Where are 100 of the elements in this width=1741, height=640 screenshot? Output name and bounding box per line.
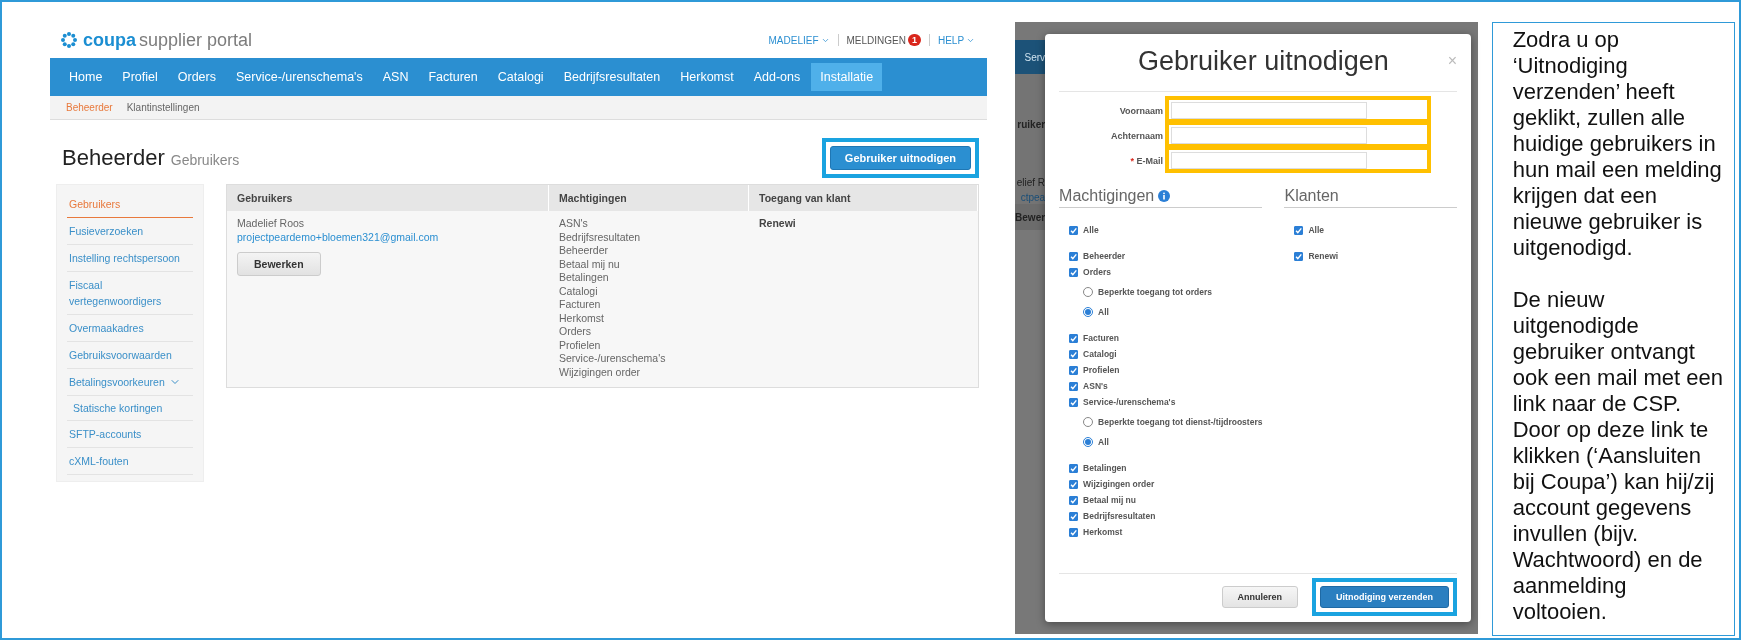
option-label: All bbox=[1098, 437, 1109, 447]
page-subtitle: Gebruikers bbox=[170, 152, 240, 168]
send-invite-button[interactable]: Uitnodiging verzenden bbox=[1320, 586, 1450, 608]
option-label: Catalogi bbox=[1083, 349, 1117, 359]
sidebar-item[interactable]: SFTP-accounts bbox=[67, 421, 193, 448]
sidebar-item[interactable]: Gebruikers bbox=[67, 191, 193, 218]
checkbox[interactable] bbox=[1294, 251, 1304, 261]
option-label: Alle bbox=[1083, 225, 1099, 235]
nav-tab[interactable]: Bedrijfsresultaten bbox=[554, 63, 670, 91]
permission-text: Wijzigingen order bbox=[559, 365, 641, 379]
section-heading: Machtigingen bbox=[1059, 187, 1155, 205]
permission-text: Orders bbox=[559, 325, 592, 339]
sidebar-item[interactable]: Betalingsvoorkeuren bbox=[67, 369, 193, 396]
field-label: Voornaam bbox=[1118, 105, 1164, 116]
cancel-button[interactable]: Annuleren bbox=[1221, 586, 1299, 608]
sidebar-item[interactable]: Fusieverzoeken bbox=[67, 218, 193, 245]
nav-tab[interactable]: Catalogi bbox=[488, 63, 553, 91]
checkbox[interactable] bbox=[1069, 479, 1079, 489]
section-heading: Klanten bbox=[1284, 187, 1339, 205]
option-label: Beheerder bbox=[1083, 251, 1126, 261]
column-header: Gebruikers bbox=[227, 185, 549, 211]
field-label: Achternaam bbox=[1110, 130, 1164, 141]
checkbox[interactable] bbox=[1069, 511, 1079, 521]
input-field[interactable] bbox=[1171, 152, 1368, 169]
option-label: All bbox=[1098, 307, 1109, 317]
option-label: Wijzigingen order bbox=[1083, 479, 1155, 489]
edit-button[interactable]: Bewerken bbox=[237, 252, 321, 276]
invite-user-button[interactable]: Gebruiker uitnodigen bbox=[829, 146, 972, 170]
logo-icon bbox=[58, 31, 80, 49]
checkbox[interactable] bbox=[1069, 333, 1079, 343]
option-label: Orders bbox=[1083, 267, 1111, 277]
column-header: Machtigingen bbox=[549, 185, 749, 211]
checkbox[interactable] bbox=[1069, 349, 1079, 359]
radio-button[interactable] bbox=[1083, 287, 1094, 297]
close-button[interactable]: × bbox=[1447, 46, 1458, 70]
checkbox[interactable] bbox=[1069, 527, 1079, 537]
option-label: Alle bbox=[1308, 225, 1325, 235]
nav-tab[interactable]: Service-/urenschema's bbox=[227, 63, 372, 91]
option-label: Betalingen bbox=[1083, 463, 1127, 473]
nav-tab[interactable]: Profiel bbox=[113, 63, 167, 91]
user-name: Madelief Roos bbox=[237, 217, 305, 231]
nav-tab[interactable]: Installatie bbox=[811, 63, 883, 91]
radio-button[interactable] bbox=[1083, 437, 1094, 447]
checkbox[interactable] bbox=[1069, 381, 1079, 391]
sidebar-item[interactable]: Instelling rechtspersoon bbox=[67, 245, 193, 272]
checkbox[interactable] bbox=[1069, 463, 1079, 473]
checkbox[interactable] bbox=[1069, 495, 1079, 505]
checkbox[interactable] bbox=[1069, 397, 1079, 407]
nav-tab[interactable]: Add-ons bbox=[744, 63, 810, 91]
permission-text: Service-/urenschema's bbox=[559, 352, 666, 366]
nav-tab[interactable]: Facturen bbox=[419, 63, 487, 91]
radio-button[interactable] bbox=[1083, 307, 1094, 317]
checkbox[interactable] bbox=[1294, 225, 1304, 235]
logo-brand: coupa bbox=[83, 29, 136, 51]
help-menu[interactable]: HELP bbox=[937, 34, 976, 46]
input-field[interactable] bbox=[1171, 102, 1368, 119]
sidebar-item[interactable]: Gebruiksvoorwaarden bbox=[67, 342, 193, 369]
subnav-tab[interactable]: Klantinstellingen bbox=[126, 102, 200, 113]
sidebar-item[interactable]: Overmaakadres bbox=[67, 315, 193, 342]
checkbox[interactable] bbox=[1069, 267, 1079, 277]
permission-text: Bedrijfsresultaten bbox=[559, 230, 641, 244]
option-label: ASN's bbox=[1083, 381, 1108, 391]
nav-tab[interactable]: Herkomst bbox=[671, 63, 743, 91]
sidebar-item[interactable]: Fiscaal vertegenwoordigers bbox=[67, 272, 193, 315]
user-email[interactable]: projectpeardemo+bloemen321@gmail.com bbox=[237, 230, 439, 244]
backdrop-text: Bewer bbox=[1015, 204, 1046, 230]
subnav-tab[interactable]: Beheerder bbox=[66, 102, 113, 113]
permission-text: Beheerder bbox=[559, 244, 609, 258]
nav-tab[interactable]: Orders bbox=[168, 63, 225, 91]
backdrop-text: ctpea bbox=[1015, 190, 1046, 204]
option-label: Betaal mij nu bbox=[1083, 495, 1136, 505]
customer-text: Renewi bbox=[759, 217, 796, 231]
column-header: Toegang van klant bbox=[749, 185, 979, 211]
permission-text: Betalingen bbox=[559, 271, 609, 285]
radio-button[interactable] bbox=[1083, 417, 1094, 427]
option-label: Beperkte toegang tot dienst-/tijdroosters bbox=[1098, 417, 1263, 427]
sidebar-item[interactable]: Statische kortingen bbox=[67, 396, 193, 421]
permission-text: Catalogi bbox=[559, 284, 598, 298]
option-label: Herkomst bbox=[1083, 527, 1123, 537]
input-field[interactable] bbox=[1171, 127, 1368, 144]
sidebar-item[interactable]: cXML-fouten bbox=[67, 448, 193, 475]
notifications-link[interactable]: MELDINGEN 1 bbox=[846, 34, 921, 46]
option-label: Bedrijfsresultaten bbox=[1083, 511, 1156, 521]
user-menu[interactable]: MADELIEF bbox=[768, 34, 830, 46]
nav-tab[interactable]: ASN bbox=[373, 63, 418, 91]
option-label: Service-/urenschema's bbox=[1083, 397, 1176, 407]
permission-text: Profielen bbox=[559, 338, 601, 352]
nav-tab[interactable]: Home bbox=[60, 63, 112, 91]
logo-product: supplier portal bbox=[139, 29, 253, 51]
permission-text: Facturen bbox=[559, 298, 601, 312]
option-label: Beperkte toegang tot orders bbox=[1098, 287, 1212, 297]
page-title: Beheerder bbox=[62, 145, 165, 171]
checkbox[interactable] bbox=[1069, 365, 1079, 375]
notification-badge: 1 bbox=[907, 34, 921, 46]
backdrop-text: elief R bbox=[1015, 174, 1046, 190]
checkbox[interactable] bbox=[1069, 225, 1079, 235]
checkbox[interactable] bbox=[1069, 251, 1079, 261]
info-icon bbox=[1158, 190, 1171, 202]
dialog-title: Gebruiker uitnodigen bbox=[1137, 46, 1390, 77]
field-label: * E-Mail bbox=[1129, 155, 1164, 166]
